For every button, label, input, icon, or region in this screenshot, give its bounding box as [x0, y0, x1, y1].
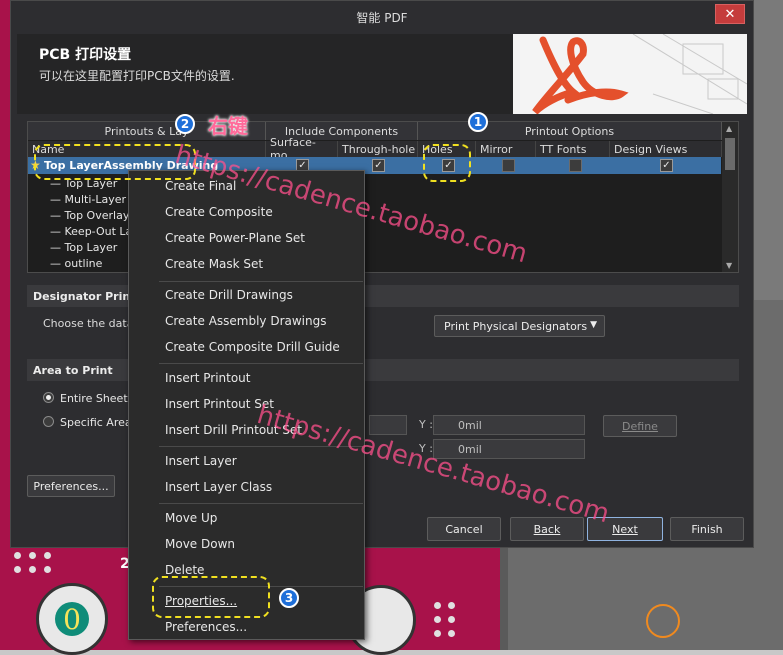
scroll-up-icon[interactable]: ▲ — [726, 124, 732, 133]
define-button[interactable]: Define — [603, 415, 677, 437]
dropdown-value: Print Physical Designators — [444, 319, 588, 333]
menu-create-drill-drawings[interactable]: Create Drill Drawings — [165, 284, 293, 306]
group-header-options: Printout Options — [418, 122, 722, 140]
col-tt-fonts[interactable]: TT Fonts — [536, 141, 610, 157]
checkbox-through-hole[interactable]: ✓ — [372, 159, 385, 172]
pad-label: 0 — [55, 602, 89, 636]
menu-create-composite[interactable]: Create Composite — [165, 201, 273, 223]
via — [14, 552, 21, 559]
via — [434, 616, 441, 623]
via — [29, 552, 36, 559]
finish-button[interactable]: Finish — [670, 517, 744, 541]
designator-dropdown[interactable]: Print Physical Designators ▼ — [434, 315, 605, 337]
via — [434, 602, 441, 609]
scroll-thumb[interactable] — [725, 138, 735, 170]
step-badge-1: 1 — [468, 112, 488, 132]
right-click-annotation: 右键 — [208, 114, 248, 138]
specific-area-radio[interactable] — [43, 416, 54, 427]
highlight-printout-row — [34, 144, 196, 180]
dialog-header: PCB 打印设置 可以在这里配置打印PCB文件的设置. — [17, 34, 747, 114]
entire-sheet-radio[interactable] — [43, 392, 54, 403]
checkbox-design-views[interactable]: ✓ — [660, 159, 673, 172]
cancel-button[interactable]: Cancel — [427, 517, 501, 541]
via — [44, 552, 51, 559]
menu-create-mask-set[interactable]: Create Mask Set — [165, 253, 263, 275]
menu-create-power-plane-set[interactable]: Create Power-Plane Set — [165, 227, 305, 249]
highlight-properties — [152, 576, 270, 618]
header-title: PCB 打印设置 — [39, 47, 132, 63]
menu-separator — [159, 503, 363, 504]
acrobat-icon — [532, 34, 747, 114]
via — [448, 602, 455, 609]
col-mirror[interactable]: Mirror — [476, 141, 536, 157]
layer-item[interactable]: — Top Layer — [50, 241, 117, 254]
via — [14, 566, 21, 573]
layer-item[interactable]: — Top Overlay — [50, 209, 129, 222]
scroll-down-icon[interactable]: ▼ — [726, 261, 732, 270]
menu-separator — [159, 363, 363, 364]
menu-create-composite-drill-guide[interactable]: Create Composite Drill Guide — [165, 336, 340, 358]
via — [434, 630, 441, 637]
entire-sheet-label: Entire Sheet — [60, 392, 128, 405]
step-badge-2: 2 — [175, 114, 195, 134]
layer-item[interactable]: — Multi-Layer — [50, 193, 126, 206]
menu-insert-layer[interactable]: Insert Layer — [165, 450, 237, 472]
choose-data-label: Choose the data — [43, 317, 134, 330]
menu-preferences[interactable]: Preferences... — [165, 616, 247, 638]
layer-item[interactable]: — outline — [50, 257, 102, 270]
menu-move-up[interactable]: Move Up — [165, 507, 217, 529]
preferences-button[interactable]: Preferences... — [27, 475, 115, 497]
col-through-hole[interactable]: Through-hole — [338, 141, 418, 157]
menu-move-down[interactable]: Move Down — [165, 533, 235, 555]
pcb-ring — [646, 604, 680, 638]
checkbox-mirror[interactable] — [502, 159, 515, 172]
chevron-down-icon: ▼ — [590, 320, 597, 330]
pcb-pad: 0 — [36, 583, 108, 655]
via — [44, 566, 51, 573]
layer-item[interactable]: — Keep-Out Lay — [50, 225, 139, 238]
step-badge-3: 3 — [279, 588, 299, 608]
via — [448, 616, 455, 623]
pdf-logo-banner — [513, 34, 747, 114]
menu-insert-printout[interactable]: Insert Printout — [165, 367, 251, 389]
menu-separator — [159, 281, 363, 282]
col-design-views[interactable]: Design Views — [610, 141, 722, 157]
specific-area-label: Specific Area — [60, 416, 132, 429]
menu-insert-layer-class[interactable]: Insert Layer Class — [165, 476, 272, 498]
close-button[interactable]: ✕ — [715, 4, 745, 24]
via — [448, 630, 455, 637]
context-menu: Create Final Create Composite Create Pow… — [128, 170, 365, 640]
grid-scrollbar[interactable]: ▲ ▼ — [722, 122, 738, 272]
highlight-holes — [423, 144, 471, 182]
dialog-title: 智能 PDF — [11, 1, 753, 33]
col-surface-mount[interactable]: Surface-mo... — [266, 136, 338, 162]
header-subtitle: 可以在这里配置打印PCB文件的设置. — [39, 69, 235, 83]
checkbox-tt-fonts[interactable] — [569, 159, 582, 172]
via — [29, 566, 36, 573]
y1-field[interactable]: 0mil — [433, 415, 585, 435]
menu-create-assembly-drawings[interactable]: Create Assembly Drawings — [165, 310, 327, 332]
y1-label: Y : — [419, 418, 433, 431]
